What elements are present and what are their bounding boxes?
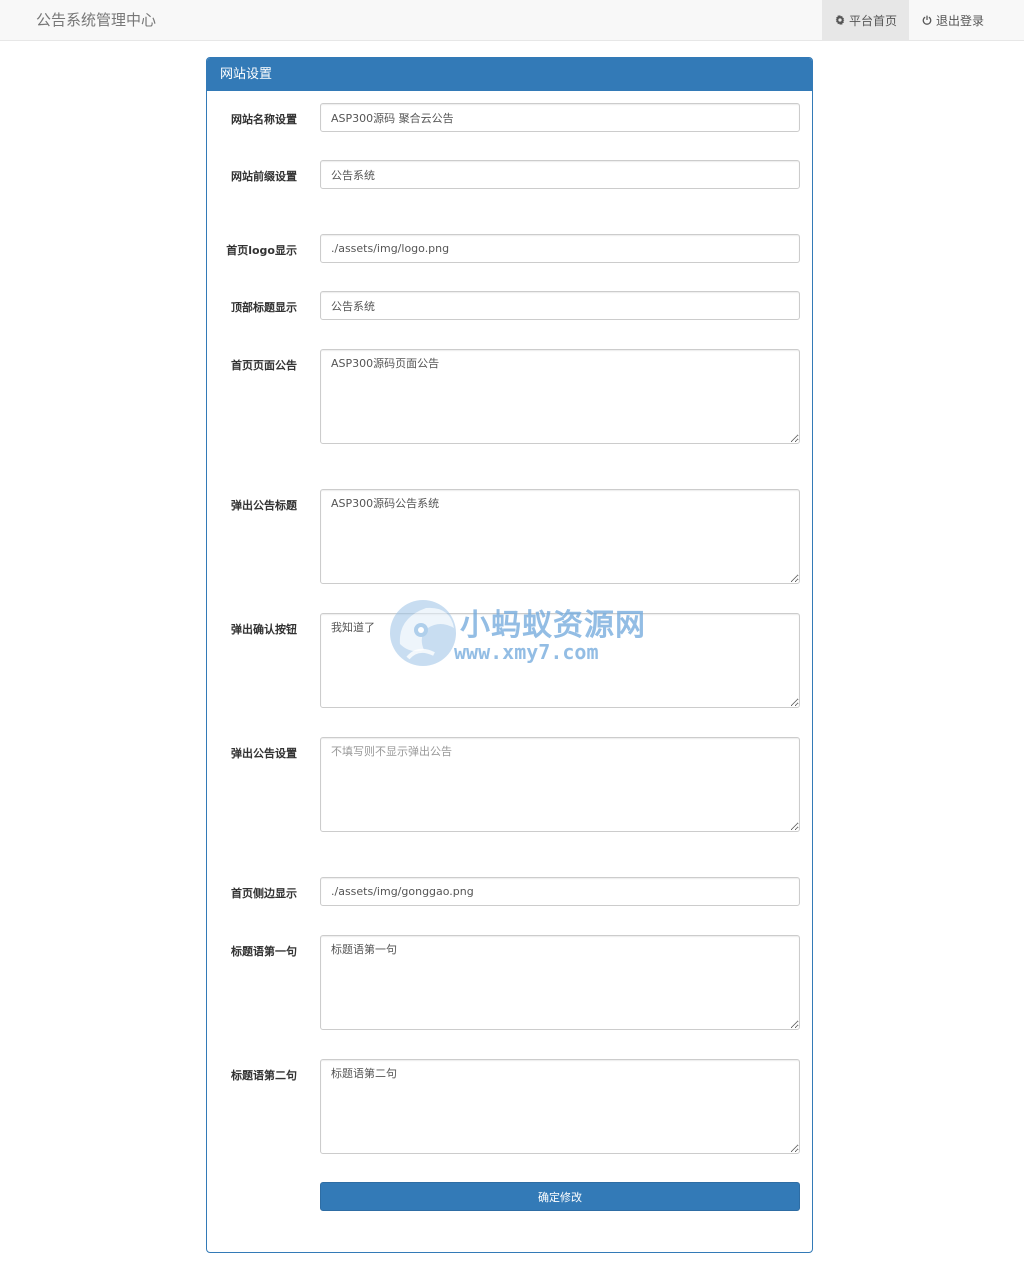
top-navbar: 公告系统管理中心 平台首页 退出登录	[0, 0, 1024, 41]
popup-confirm-label: 弹出确认按钮	[231, 623, 297, 636]
home-side-input[interactable]	[320, 877, 800, 906]
home-logo-label: 首页logo显示	[226, 244, 297, 257]
slogan-first-label: 标题语第一句	[231, 945, 297, 958]
slogan-second-label: 标题语第二句	[231, 1069, 297, 1082]
settings-panel: 网站设置 网站名称设置 网站前缀设置 首页logo显示 顶部标题显示 首页页面公…	[206, 57, 813, 1253]
confirm-modify-button[interactable]: 确定修改	[320, 1182, 800, 1211]
popup-setting-label: 弹出公告设置	[231, 747, 297, 760]
nav-platform-home-label: 平台首页	[848, 13, 897, 28]
navbar-right: 平台首页 退出登录	[821, 0, 996, 41]
panel-title: 网站设置	[207, 58, 812, 91]
popup-setting-textarea[interactable]	[320, 737, 800, 832]
slogan-first-textarea[interactable]: 标题语第一句	[320, 935, 800, 1030]
home-logo-input[interactable]	[320, 234, 800, 263]
nav-logout-label: 退出登录	[935, 13, 984, 28]
site-name-label: 网站名称设置	[231, 113, 297, 126]
brand-title[interactable]: 公告系统管理中心	[36, 10, 156, 30]
popup-title-textarea[interactable]: ASP300源码公告系统	[320, 489, 800, 584]
top-title-label: 顶部标题显示	[231, 301, 297, 314]
power-icon	[921, 14, 933, 26]
home-side-label: 首页侧边显示	[231, 887, 297, 900]
popup-title-label: 弹出公告标题	[231, 499, 297, 512]
popup-confirm-textarea[interactable]: 我知道了	[320, 613, 800, 708]
site-name-input[interactable]	[320, 103, 800, 132]
site-prefix-input[interactable]	[320, 160, 800, 189]
top-title-input[interactable]	[320, 291, 800, 320]
nav-platform-home[interactable]: 平台首页	[821, 0, 909, 40]
gear-icon	[834, 14, 846, 26]
site-prefix-label: 网站前缀设置	[231, 170, 297, 183]
home-notice-label: 首页页面公告	[231, 359, 297, 372]
home-notice-textarea[interactable]: ASP300源码页面公告	[320, 349, 800, 444]
nav-logout[interactable]: 退出登录	[909, 0, 996, 40]
slogan-second-textarea[interactable]: 标题语第二句	[320, 1059, 800, 1154]
